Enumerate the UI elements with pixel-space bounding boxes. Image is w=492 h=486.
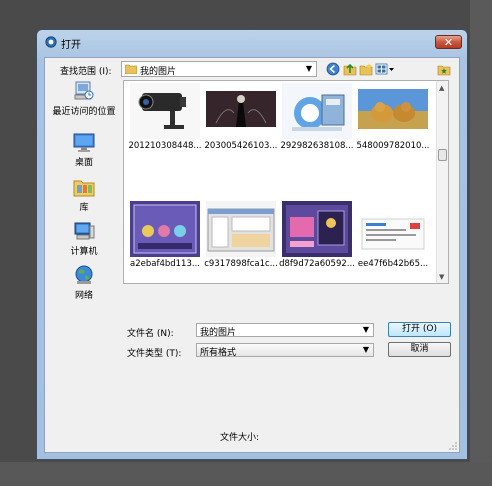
look-in-dropdown[interactable]: 我的图片 ▼	[121, 61, 317, 77]
scrollbar-thumb[interactable]	[438, 149, 447, 161]
chevron-down-icon: ▼	[362, 345, 369, 354]
file-item[interactable]: 201210308448...	[126, 83, 204, 157]
file-name-input[interactable]: 我的图片 ▼	[196, 323, 374, 338]
folder-icon	[125, 64, 137, 74]
file-name: a2ebaf4bd113...	[130, 259, 200, 269]
file-thumbnail	[130, 83, 200, 139]
file-item[interactable]: ee47f6b42b65...	[354, 201, 432, 275]
file-thumbnail	[130, 201, 200, 257]
title-bar[interactable]: 打开 ✕	[37, 30, 467, 56]
chevron-down-icon: ▼	[305, 64, 312, 73]
libraries-icon	[73, 180, 95, 197]
dialog-title: 打开	[61, 40, 81, 51]
desktop-icon	[73, 133, 95, 152]
place-label: 库	[79, 203, 89, 213]
file-name: d8f9d72a60592...	[279, 259, 355, 269]
desktop-background-bottom	[0, 462, 492, 486]
place-computer[interactable]: 计算机	[51, 220, 117, 257]
file-list[interactable]: 201210308448... 203005426103... 29298263…	[123, 80, 449, 284]
file-name-label: 文件名 (N):	[127, 329, 174, 339]
file-item[interactable]: 203005426103...	[202, 83, 280, 157]
file-name: c9317898fca1c...	[204, 259, 278, 269]
file-thumbnail	[206, 201, 276, 257]
file-name: 548009782010...	[356, 141, 430, 151]
file-name: ee47f6b42b65...	[357, 259, 429, 269]
up-folder-icon[interactable]	[343, 62, 357, 76]
new-folder-icon[interactable]	[359, 62, 373, 76]
resize-grip-icon[interactable]	[449, 442, 457, 450]
desktop-background	[470, 0, 492, 486]
chevron-down-icon[interactable]: ▼	[363, 325, 369, 334]
place-label: 桌面	[74, 158, 93, 168]
scroll-down-icon[interactable]: ▼	[439, 273, 444, 281]
file-list-scrollbar[interactable]: ▲ ▼	[436, 81, 448, 283]
place-label: 计算机	[70, 247, 98, 257]
file-item[interactable]: a2ebaf4bd113...	[126, 201, 204, 275]
place-label: 网络	[74, 291, 93, 301]
file-name: 292982638108...	[280, 141, 354, 151]
file-size-label: 文件大小:	[220, 433, 260, 443]
cancel-button[interactable]: 取消	[388, 342, 451, 357]
places-bar: 最近访问的位置 桌面 库 计算机 网络	[51, 80, 117, 340]
place-recent[interactable]: 最近访问的位置	[51, 80, 117, 117]
file-item[interactable]: d8f9d72a60592...	[278, 201, 356, 275]
recent-places-icon	[74, 81, 94, 100]
close-button[interactable]: ✕	[435, 35, 462, 49]
place-network[interactable]: 网络	[51, 264, 117, 301]
place-libraries[interactable]: 库	[51, 176, 117, 213]
place-desktop[interactable]: 桌面	[51, 131, 117, 168]
file-type-value: 所有格式	[200, 348, 237, 358]
file-thumbnail	[282, 83, 352, 139]
file-thumbnail	[206, 91, 276, 127]
open-button[interactable]: 打开 (O)	[388, 322, 451, 337]
computer-icon	[74, 222, 95, 240]
dialog-body: 查找范围 (I): 我的图片 ▼ 最近访问的位置 桌面 库 计算机 网络 201…	[44, 57, 460, 453]
file-thumbnail	[358, 89, 428, 129]
file-item[interactable]: 292982638108...	[278, 83, 356, 157]
file-item[interactable]: c9317898fca1c...	[202, 201, 280, 275]
back-icon[interactable]	[326, 62, 340, 76]
file-name-value: 我的图片	[200, 328, 237, 338]
view-menu-icon[interactable]	[375, 62, 395, 76]
close-icon: ✕	[443, 36, 454, 49]
file-thumbnail	[282, 201, 352, 257]
folder-star-icon[interactable]	[437, 62, 451, 76]
file-type-label: 文件类型 (T):	[127, 349, 182, 359]
place-label: 最近访问的位置	[52, 107, 116, 117]
network-icon	[75, 265, 93, 284]
scroll-up-icon[interactable]: ▲	[439, 84, 444, 92]
file-item[interactable]: 548009782010...	[354, 83, 432, 157]
file-name: 203005426103...	[204, 141, 278, 151]
look-in-value: 我的图片	[140, 67, 177, 77]
look-in-label: 查找范围 (I):	[60, 67, 112, 77]
file-name: 201210308448...	[128, 141, 202, 151]
app-icon	[45, 36, 57, 48]
file-type-dropdown[interactable]: 所有格式 ▼	[196, 343, 374, 358]
open-dialog: 打开 ✕ 查找范围 (I): 我的图片 ▼ 最近访问的位置 桌面 库 计算机 网…	[36, 29, 468, 460]
file-thumbnail	[358, 201, 428, 257]
